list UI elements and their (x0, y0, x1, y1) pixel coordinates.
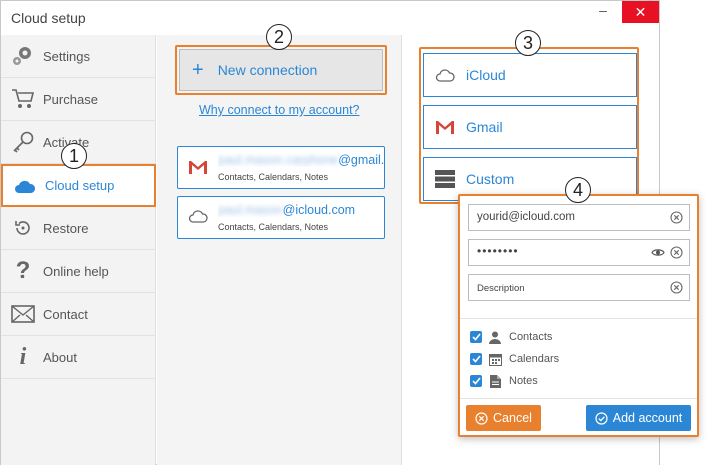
question-icon: ? (15, 257, 31, 284)
sidebar-item-label: About (43, 349, 77, 365)
callout-3: 3 (515, 30, 541, 56)
divider (460, 318, 697, 319)
sidebar-item-label: Online help (43, 263, 109, 279)
service-button-gmail[interactable]: Gmail (423, 105, 637, 149)
check-circle-icon (595, 411, 608, 425)
account-card-icloud[interactable]: paul.mason@icloud.com Contacts, Calendar… (177, 196, 385, 239)
clear-icon[interactable] (670, 211, 683, 224)
checkbox-label: Contacts (509, 331, 553, 343)
checkbox[interactable] (470, 331, 482, 343)
info-icon: i (19, 343, 27, 370)
description-value: Description (477, 283, 525, 294)
server-icon (434, 170, 456, 188)
cart-icon (9, 87, 37, 111)
checkbox-contacts[interactable]: Contacts (470, 329, 552, 345)
why-connect-link[interactable]: Why connect to my account? (199, 103, 360, 117)
add-account-button[interactable]: Add account (586, 405, 691, 431)
close-button[interactable]: ✕ (622, 1, 659, 23)
divider (460, 398, 697, 399)
new-connection-button[interactable]: + New connection (179, 49, 383, 91)
callout-4: 4 (565, 177, 591, 203)
window-title: Cloud setup (11, 10, 86, 26)
calendar-icon (488, 352, 502, 366)
redacted-username: paul.mason.carphone (218, 153, 339, 167)
sidebar-item-label: Settings (43, 48, 90, 64)
callout-1: 1 (61, 143, 87, 169)
restore-icon (9, 216, 37, 240)
plus-icon: + (192, 59, 204, 81)
sidebar-item-label: Contact (43, 306, 88, 322)
checkbox-label: Notes (509, 375, 538, 387)
checkbox[interactable] (470, 375, 482, 387)
sidebar-item-about[interactable]: i About (1, 336, 156, 379)
account-email: paul.mason@icloud.com (218, 203, 356, 217)
service-label: iCloud (466, 67, 506, 83)
email-field[interactable]: yourid@icloud.com (468, 204, 690, 231)
title-bar: Cloud setup – ✕ (1, 1, 659, 35)
checkbox-calendars[interactable]: Calendars (470, 351, 559, 367)
sidebar-item-label: Restore (43, 220, 89, 236)
clear-icon[interactable] (670, 281, 683, 294)
account-services: Contacts, Calendars, Notes (218, 172, 329, 182)
password-value: •••••••• (477, 244, 519, 258)
settings-icon (9, 44, 37, 68)
add-account-popup: yourid@icloud.com •••••••• Description C… (458, 194, 699, 437)
service-label: Custom (466, 171, 515, 187)
sidebar-item-settings[interactable]: Settings (1, 35, 156, 78)
key-icon (9, 130, 37, 154)
checkbox-label: Calendars (509, 353, 560, 365)
account-services: Contacts, Calendars, Notes (218, 222, 329, 232)
connections-panel: + New connection Why connect to my accou… (157, 35, 401, 465)
minimize-button[interactable]: – (595, 3, 611, 19)
note-icon (488, 374, 502, 388)
checkbox[interactable] (470, 353, 482, 365)
sidebar-item-online-help[interactable]: ? Online help (1, 250, 156, 293)
gmail-icon (188, 159, 208, 175)
cancel-icon (475, 411, 488, 425)
person-icon (488, 330, 502, 344)
service-button-icloud[interactable]: iCloud (423, 53, 637, 97)
clear-icon[interactable] (670, 246, 683, 259)
add-account-label: Add account (612, 411, 683, 425)
email-value: yourid@icloud.com (477, 211, 575, 223)
sidebar-item-restore[interactable]: Restore (1, 207, 156, 250)
account-email: paul.mason.carphone@gmail.com (218, 153, 384, 167)
sidebar-item-label: Cloud setup (45, 178, 115, 193)
sidebar-item-cloud-setup[interactable]: Cloud setup (1, 164, 156, 207)
cloud-outline-icon (188, 209, 208, 225)
sidebar-item-purchase[interactable]: Purchase (1, 78, 156, 121)
cancel-button[interactable]: Cancel (466, 405, 541, 431)
gmail-icon (434, 118, 456, 136)
sidebar: Settings Purchase Activate Cloud setup R… (1, 35, 156, 465)
checkbox-notes[interactable]: Notes (470, 373, 538, 389)
description-field[interactable]: Description (468, 274, 690, 301)
sidebar-item-label: Purchase (43, 91, 98, 107)
callout-2: 2 (266, 24, 292, 50)
account-card-gmail[interactable]: paul.mason.carphone@gmail.com Contacts, … (177, 146, 385, 189)
redacted-username: paul.mason (218, 203, 283, 217)
cancel-label: Cancel (493, 411, 532, 425)
cloud-icon (11, 174, 39, 198)
cloud-outline-icon (434, 66, 456, 84)
sidebar-item-contact[interactable]: Contact (1, 293, 156, 336)
new-connection-highlight: + New connection (175, 45, 387, 95)
envelope-icon (9, 302, 37, 326)
services-highlight: iCloud Gmail Custom (419, 47, 639, 204)
eye-icon[interactable] (651, 246, 665, 259)
password-field[interactable]: •••••••• (468, 239, 690, 266)
service-label: Gmail (466, 119, 503, 135)
new-connection-label: New connection (217, 62, 318, 78)
